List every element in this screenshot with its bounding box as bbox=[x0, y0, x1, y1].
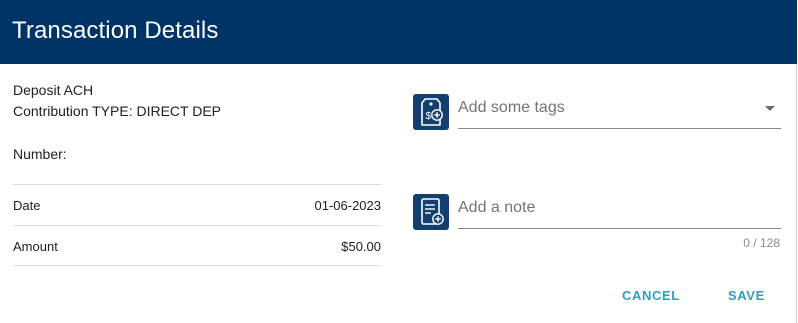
save-button[interactable]: SAVE bbox=[728, 288, 765, 303]
note-input[interactable] bbox=[458, 199, 748, 217]
detail-row-amount: Amount $50.00 bbox=[13, 225, 381, 266]
tags-select[interactable] bbox=[458, 93, 781, 129]
transaction-details-dialog: Transaction Details Deposit ACH Contribu… bbox=[0, 0, 797, 323]
dialog-title: Transaction Details bbox=[12, 17, 219, 44]
contribution-type: Contribution TYPE: DIRECT DEP bbox=[13, 103, 222, 119]
note-char-counter: 0 / 128 bbox=[743, 236, 780, 250]
detail-row-date: Date 01-06-2023 bbox=[13, 184, 381, 225]
note-field[interactable] bbox=[458, 193, 781, 229]
note-add-icon bbox=[413, 194, 449, 230]
detail-value: $50.00 bbox=[341, 239, 381, 254]
number-label: Number: bbox=[13, 146, 67, 162]
transaction-type: Deposit ACH bbox=[13, 82, 94, 98]
detail-value: 01-06-2023 bbox=[314, 198, 382, 213]
chevron-down-icon[interactable] bbox=[765, 106, 775, 111]
svg-text:$: $ bbox=[426, 111, 432, 122]
tag-add-icon: $ bbox=[413, 94, 449, 130]
cancel-button[interactable]: CANCEL bbox=[622, 288, 680, 303]
detail-label: Amount bbox=[13, 239, 58, 254]
detail-label: Date bbox=[13, 198, 41, 213]
dialog-header: Transaction Details bbox=[0, 0, 797, 64]
tags-input[interactable] bbox=[458, 99, 748, 117]
